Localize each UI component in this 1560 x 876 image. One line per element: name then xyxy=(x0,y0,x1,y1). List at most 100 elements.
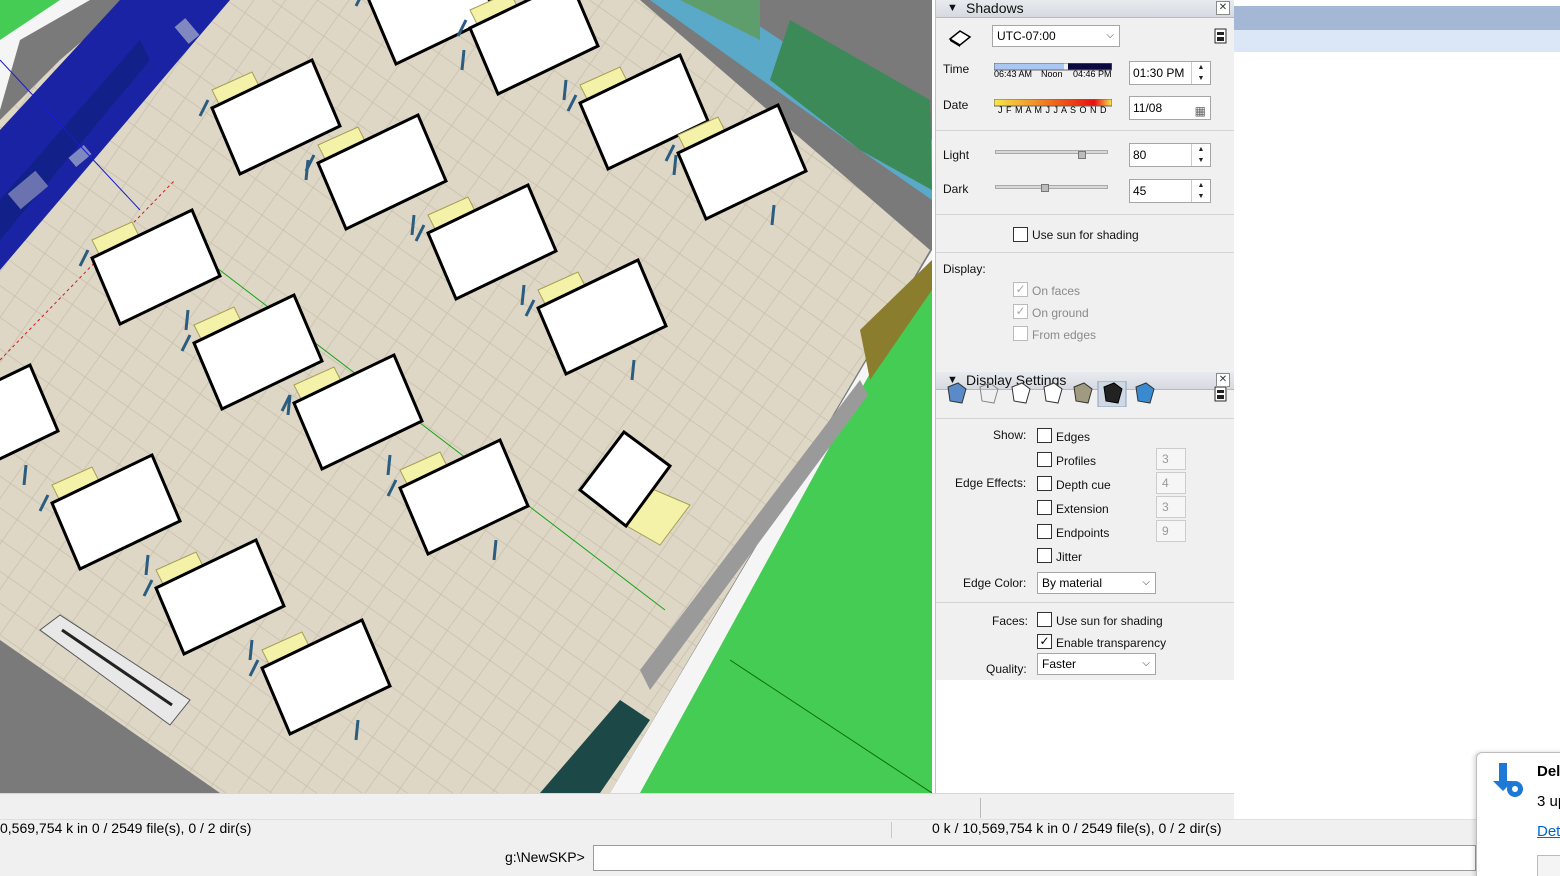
shadow-toggle-icon[interactable] xyxy=(948,27,972,47)
chevron-down-icon: ⌵ xyxy=(1142,577,1150,588)
notification-button[interactable] xyxy=(1537,855,1560,876)
dark-slider-thumb[interactable] xyxy=(1041,184,1049,192)
extension-checkbox[interactable] xyxy=(1037,500,1052,515)
show-label: Show: xyxy=(993,428,1027,442)
date-label: Date xyxy=(943,98,969,112)
background-window-bar xyxy=(1234,30,1560,52)
enable-transparency-checkbox[interactable]: ✓ xyxy=(1037,634,1052,649)
spin-down-icon[interactable]: ▼ xyxy=(1192,73,1210,84)
chevron-down-icon: ⌵ xyxy=(1106,30,1114,41)
collapse-triangle-icon[interactable]: ▼ xyxy=(947,0,958,17)
faces-label: Faces: xyxy=(992,614,1029,628)
faces-use-sun-label: Use sun for shading xyxy=(1056,614,1163,628)
shaded-style-icon xyxy=(1043,382,1063,404)
depth-cue-input[interactable]: 4 xyxy=(1156,472,1186,494)
from-edges-checkbox[interactable] xyxy=(1013,326,1028,341)
face-style-toolbar xyxy=(944,380,1184,408)
dark-input[interactable]: 45 ▲ ▼ xyxy=(1129,179,1211,203)
timezone-value: UTC-07:00 xyxy=(997,29,1056,43)
date-slider[interactable] xyxy=(993,96,1113,107)
right-panel-status: 0 k / 10,569,754 k in 0 / 2549 file(s), … xyxy=(932,820,1222,836)
separator xyxy=(936,418,1234,419)
light-slider-thumb[interactable] xyxy=(1078,151,1086,159)
notification-title: Del xyxy=(1537,763,1560,780)
sunrise-label: 06:43 AM xyxy=(994,69,1033,79)
light-label: Light xyxy=(943,148,970,162)
hidden-line-style-icon xyxy=(1011,382,1031,404)
quality-value: Faster xyxy=(1042,657,1077,671)
from-edges-label: From edges xyxy=(1032,328,1097,342)
time-value: 01:30 PM xyxy=(1133,66,1185,80)
shaded-textures-style-icon xyxy=(1073,382,1093,404)
update-notification[interactable]: Del 3 up Det xyxy=(1476,752,1560,876)
edges-label: Edges xyxy=(1056,430,1091,444)
spin-up-icon[interactable]: ▲ xyxy=(1192,144,1210,155)
timezone-dropdown[interactable]: UTC-07:00 ⌵ xyxy=(992,25,1120,47)
date-input[interactable]: 11/08 ▦ xyxy=(1129,96,1211,120)
spin-down-icon[interactable]: ▼ xyxy=(1192,155,1210,166)
enable-transparency-label: Enable transparency xyxy=(1056,636,1167,650)
quality-label: Quality: xyxy=(986,662,1027,676)
depth-cue-checkbox[interactable] xyxy=(1037,476,1052,491)
viewport-status-bar xyxy=(0,793,1234,819)
dark-label: Dark xyxy=(943,182,969,196)
model-viewport[interactable] xyxy=(0,0,932,793)
edge-color-label: Edge Color: xyxy=(963,576,1027,590)
time-label: Time xyxy=(943,62,970,76)
jitter-checkbox[interactable] xyxy=(1037,548,1052,563)
notification-details-link[interactable]: Det xyxy=(1537,823,1560,840)
sunset-label: 04:46 PM xyxy=(1073,69,1112,79)
spin-up-icon[interactable]: ▲ xyxy=(1192,62,1210,73)
months-label: J F M A M J J A S O N D xyxy=(998,105,1108,115)
separator xyxy=(980,798,981,818)
close-icon[interactable]: ✕ xyxy=(1216,373,1230,387)
close-icon[interactable]: ✕ xyxy=(1216,1,1230,15)
shadows-title: Shadows xyxy=(966,0,1024,16)
room-3d-scene xyxy=(0,0,932,793)
profiles-width-input[interactable]: 3 xyxy=(1156,448,1186,470)
on-ground-checkbox[interactable]: ✓ xyxy=(1013,304,1028,319)
pin-icon[interactable] xyxy=(1214,386,1227,402)
dark-slider[interactable] xyxy=(995,185,1108,189)
endpoints-label: Endpoints xyxy=(1056,526,1110,540)
chevron-down-icon: ⌵ xyxy=(1142,658,1150,669)
edge-color-value: By material xyxy=(1042,576,1103,590)
on-faces-checkbox[interactable]: ✓ xyxy=(1013,282,1028,297)
spin-up-icon[interactable]: ▲ xyxy=(1192,180,1210,191)
date-value: 11/08 xyxy=(1133,101,1163,115)
quality-dropdown[interactable]: Faster ⌵ xyxy=(1037,653,1156,675)
download-gear-icon xyxy=(1485,759,1529,803)
calendar-icon[interactable]: ▦ xyxy=(1195,100,1206,122)
extension-input[interactable]: 3 xyxy=(1156,496,1186,518)
separator xyxy=(936,602,1234,603)
light-slider[interactable] xyxy=(995,150,1108,154)
on-ground-label: On ground xyxy=(1032,306,1089,320)
edge-color-dropdown[interactable]: By material ⌵ xyxy=(1037,572,1156,594)
notification-message: 3 up xyxy=(1537,793,1560,810)
command-line-input[interactable] xyxy=(593,845,1476,871)
display-label: Display: xyxy=(943,262,986,276)
time-slider[interactable] xyxy=(993,60,1113,71)
default-tray: ▼ Shadows ✕ UTC-07:00 ⌵ Time 06:43 AM No… xyxy=(935,0,1234,680)
endpoints-checkbox[interactable] xyxy=(1037,524,1052,539)
shadows-panel-header[interactable]: ▼ Shadows ✕ xyxy=(936,0,1234,18)
spin-down-icon[interactable]: ▼ xyxy=(1192,191,1210,202)
file-manager-status-bar: 0,569,754 k in 0 / 2549 file(s), 0 / 2 d… xyxy=(0,819,1476,838)
dark-value: 45 xyxy=(1133,184,1147,198)
edges-checkbox[interactable] xyxy=(1037,428,1052,443)
wireframe-style-icon xyxy=(979,382,999,404)
depth-cue-label: Depth cue xyxy=(1056,478,1111,492)
endpoints-input[interactable]: 9 xyxy=(1156,520,1186,542)
pin-icon[interactable] xyxy=(1214,28,1227,44)
edge-effects-label: Edge Effects: xyxy=(955,476,1027,490)
use-sun-checkbox[interactable] xyxy=(1013,227,1028,242)
use-sun-label: Use sun for shading xyxy=(1032,228,1139,242)
noon-label: Noon xyxy=(1041,69,1063,79)
faces-use-sun-checkbox[interactable] xyxy=(1037,612,1052,627)
time-input[interactable]: 01:30 PM ▲ ▼ xyxy=(1129,61,1211,85)
left-panel-status: 0,569,754 k in 0 / 2549 file(s), 0 / 2 d… xyxy=(0,820,252,836)
light-input[interactable]: 80 ▲ ▼ xyxy=(1129,143,1211,167)
profiles-checkbox[interactable] xyxy=(1037,452,1052,467)
profiles-label: Profiles xyxy=(1056,454,1097,468)
on-faces-label: On faces xyxy=(1032,284,1081,298)
